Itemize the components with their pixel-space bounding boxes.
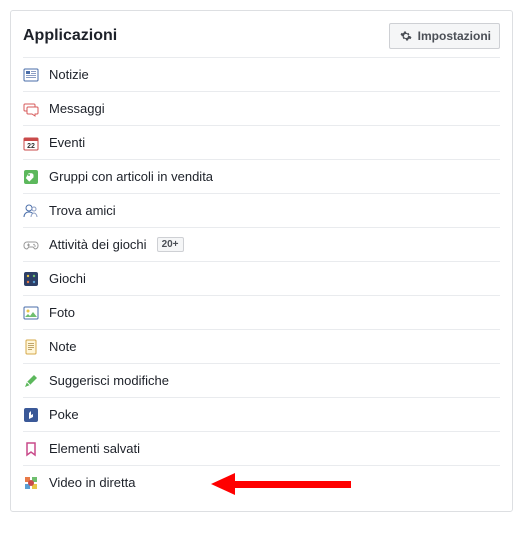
item-label: Video in diretta — [49, 475, 136, 490]
page-title: Applicazioni — [23, 27, 117, 45]
notes-icon — [23, 339, 39, 355]
item-label: Suggerisci modifiche — [49, 373, 169, 388]
game-activity-icon — [23, 237, 39, 253]
live-video-icon — [23, 475, 39, 491]
item-game-activity[interactable]: Attività dei giochi 20+ — [23, 227, 500, 261]
item-label: Trova amici — [49, 203, 116, 218]
item-notes[interactable]: Note — [23, 329, 500, 363]
item-sale-group[interactable]: Gruppi con articoli in vendita — [23, 159, 500, 193]
news-icon — [23, 67, 39, 83]
find-friends-icon — [23, 203, 39, 219]
item-label: Foto — [49, 305, 75, 320]
item-label: Notizie — [49, 67, 89, 82]
applications-card: Applicazioni Impostazioni Notizie Messag… — [10, 10, 513, 512]
poke-icon — [23, 407, 39, 423]
item-saved[interactable]: Elementi salvati — [23, 431, 500, 465]
item-label: Messaggi — [49, 101, 105, 116]
item-label: Note — [49, 339, 76, 354]
settings-button[interactable]: Impostazioni — [389, 23, 500, 49]
item-find-friends[interactable]: Trova amici — [23, 193, 500, 227]
item-label: Gruppi con articoli in vendita — [49, 169, 213, 184]
item-live-video[interactable]: Video in diretta — [23, 465, 500, 499]
events-icon: 22 — [23, 135, 39, 151]
item-photos[interactable]: Foto — [23, 295, 500, 329]
item-events[interactable]: 22 Eventi — [23, 125, 500, 159]
gear-icon — [398, 28, 414, 44]
item-games[interactable]: Giochi — [23, 261, 500, 295]
messages-icon — [23, 101, 39, 117]
settings-button-label: Impostazioni — [418, 29, 491, 43]
item-poke[interactable]: Poke — [23, 397, 500, 431]
apps-list: Notizie Messaggi 22 Eventi Gruppi con ar… — [23, 57, 500, 499]
item-label: Giochi — [49, 271, 86, 286]
saved-icon — [23, 441, 39, 457]
item-label: Attività dei giochi — [49, 237, 147, 252]
games-icon — [23, 271, 39, 287]
sale-group-icon — [23, 169, 39, 185]
svg-text:22: 22 — [27, 143, 35, 150]
count-badge: 20+ — [157, 237, 184, 252]
item-label: Eventi — [49, 135, 85, 150]
item-suggest-edits[interactable]: Suggerisci modifiche — [23, 363, 500, 397]
item-messages[interactable]: Messaggi — [23, 91, 500, 125]
suggest-edits-icon — [23, 373, 39, 389]
card-header: Applicazioni Impostazioni — [23, 23, 500, 49]
photos-icon — [23, 305, 39, 321]
item-label: Poke — [49, 407, 79, 422]
item-news[interactable]: Notizie — [23, 57, 500, 91]
item-label: Elementi salvati — [49, 441, 140, 456]
